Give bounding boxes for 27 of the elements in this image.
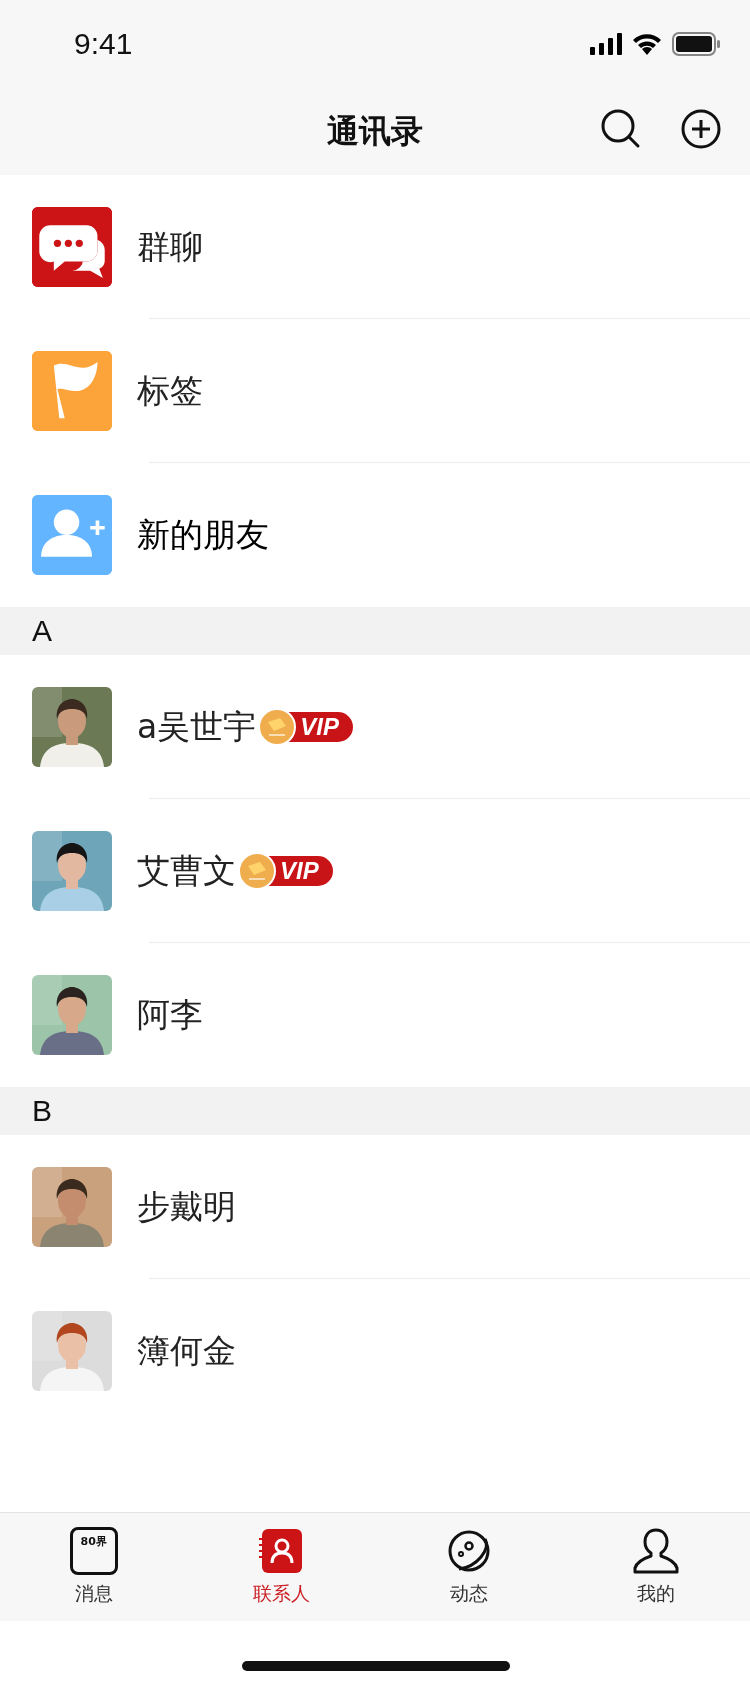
tab[interactable]: 联系人 xyxy=(187,1513,375,1621)
signal-icon xyxy=(590,33,622,55)
contact-name[interactable]: a吴世宇 xyxy=(137,704,257,750)
tab[interactable]: 动态 xyxy=(375,1513,563,1621)
page-title: 通讯录 xyxy=(327,110,423,152)
vip-badge: VIP xyxy=(268,856,333,886)
coin-icon xyxy=(258,708,297,746)
add-button[interactable] xyxy=(680,108,722,150)
wifi-icon xyxy=(632,33,662,55)
list-item-label[interactable]: 标签 xyxy=(137,368,203,414)
status-time: 9:41 xyxy=(74,27,134,61)
section-letter: B xyxy=(32,1094,52,1128)
search-button[interactable] xyxy=(600,108,642,150)
contact-name[interactable]: 步戴明 xyxy=(137,1184,236,1230)
tab[interactable]: 80界 消息 xyxy=(0,1513,188,1621)
coin-icon xyxy=(238,852,276,890)
contact-name[interactable]: 簿何金 xyxy=(137,1328,236,1374)
section-letter: A xyxy=(32,614,52,648)
vip-badge: VIP xyxy=(288,712,353,742)
person-icon xyxy=(632,1527,681,1575)
contact-name[interactable]: 阿李 xyxy=(137,992,203,1038)
icon-text: 80界 xyxy=(80,1536,107,1550)
contact-name[interactable]: 艾曹文 xyxy=(137,848,236,894)
list-item-label[interactable]: 群聊 xyxy=(137,224,203,270)
tab[interactable]: 我的 xyxy=(562,1513,750,1621)
list-item-label[interactable]: 新的朋友 xyxy=(137,512,269,558)
battery-icon xyxy=(672,32,720,56)
